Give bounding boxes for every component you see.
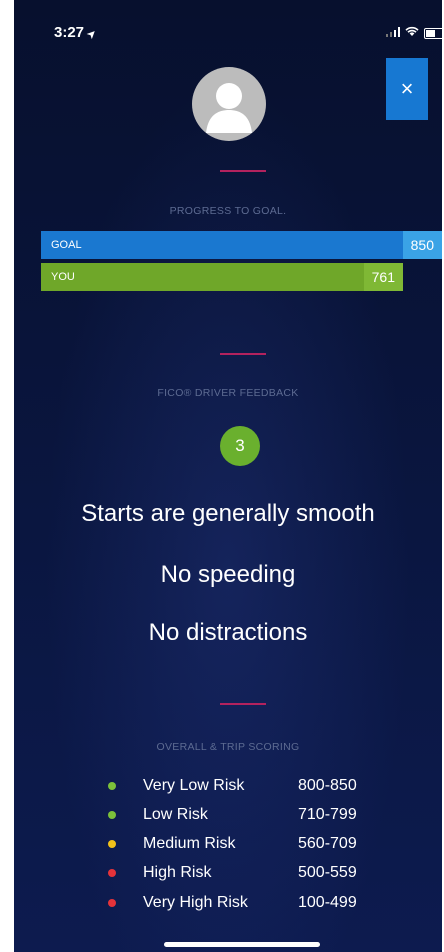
status-icons (386, 26, 442, 40)
risk-label: Low Risk (143, 806, 208, 823)
risk-row-very-high: Very High Risk 100-499 (108, 893, 408, 915)
goal-label: GOAL (51, 239, 82, 251)
divider-top (220, 170, 266, 172)
app-screen: 3:27 ➤ × PROGRESS TO GOAL. GOAL 850 YOU … (14, 0, 442, 952)
risk-label: Medium Risk (143, 835, 236, 852)
goal-value: 850 (402, 231, 442, 259)
feedback-count-badge: 3 (220, 426, 260, 466)
red-dot-icon (108, 869, 116, 877)
risk-label: Very Low Risk (143, 777, 245, 794)
green-dot-icon (108, 782, 116, 790)
feedback-item: No distractions (148, 619, 308, 646)
feedback-section-title: FICO® DRIVER FEEDBACK (157, 387, 299, 399)
risk-range: 100-499 (298, 894, 357, 911)
feedback-item: No speeding (160, 561, 296, 588)
location-arrow-icon: ➤ (85, 27, 100, 42)
green-dot-icon (108, 811, 116, 819)
you-value: 761 (363, 263, 403, 291)
risk-range: 800-850 (298, 777, 357, 794)
battery-icon (424, 27, 442, 39)
you-bar: YOU 761 (41, 263, 403, 291)
risk-label: Very High Risk (143, 894, 248, 911)
risk-row-very-low: Very Low Risk 800-850 (108, 776, 408, 798)
close-icon: × (400, 76, 414, 101)
feedback-item: Starts are generally smooth (81, 500, 375, 527)
wifi-icon (405, 26, 419, 40)
close-button[interactable]: × (386, 58, 428, 120)
home-indicator[interactable] (164, 942, 320, 947)
red-dot-icon (108, 899, 116, 907)
you-label: YOU (51, 271, 75, 283)
risk-range: 500-559 (298, 864, 357, 881)
signal-icon (386, 26, 400, 40)
risk-row-medium: Medium Risk 560-709 (108, 834, 408, 856)
divider-bottom (220, 703, 266, 705)
user-silhouette-icon (206, 83, 252, 133)
status-time-text: 3:27 (54, 24, 85, 41)
divider-middle (220, 353, 266, 355)
avatar (192, 67, 266, 141)
scoring-section-title: OVERALL & TRIP SCORING (156, 741, 300, 753)
risk-row-high: High Risk 500-559 (108, 863, 408, 885)
risk-row-low: Low Risk 710-799 (108, 805, 408, 827)
risk-range: 560-709 (298, 835, 357, 852)
status-time: 3:27 ➤ (54, 24, 100, 42)
risk-range: 710-799 (298, 806, 357, 823)
risk-label: High Risk (143, 864, 212, 881)
goal-bar: GOAL 850 (41, 231, 442, 259)
yellow-dot-icon (108, 840, 116, 848)
progress-section-title: PROGRESS TO GOAL. (169, 205, 287, 217)
